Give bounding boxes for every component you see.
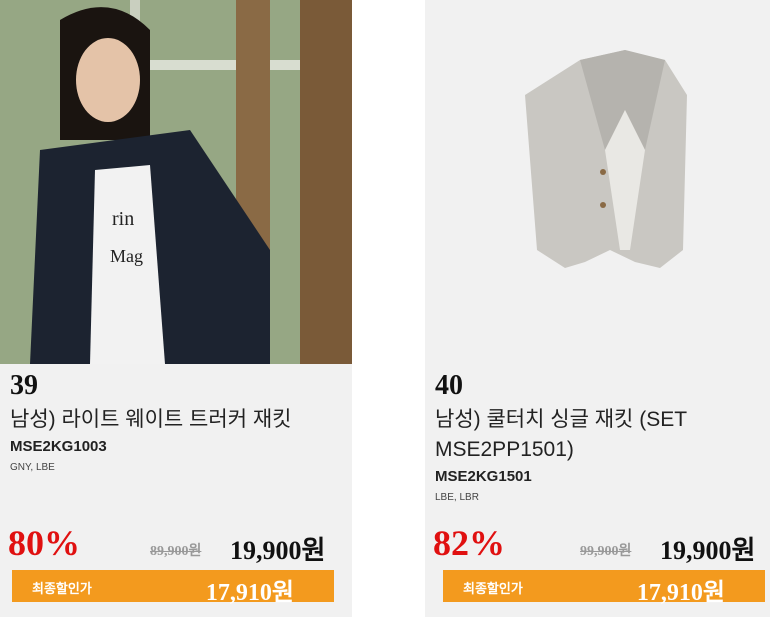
- product-card[interactable]: 40 남성) 쿨터치 싱글 재킷 (SET MSE2PP1501) MSE2KG…: [425, 0, 770, 617]
- product-name[interactable]: 남성) 라이트 웨이트 트러커 재킷: [10, 405, 340, 435]
- final-price-bar: 최종할인가 17,910원: [12, 570, 334, 606]
- product-name[interactable]: 남성) 쿨터치 싱글 재킷 (SET MSE2PP1501): [435, 405, 765, 465]
- original-price: 99,900원: [580, 544, 632, 559]
- original-price: 89,900원: [150, 544, 202, 559]
- svg-text:rin: rin: [112, 208, 134, 230]
- product-image[interactable]: rin Mag: [0, 0, 352, 364]
- svg-text:Mag: Mag: [110, 246, 143, 266]
- sale-price: 19,900원: [230, 536, 326, 565]
- color-options: GNY, LBE: [10, 462, 55, 473]
- final-price: 17,910원: [636, 580, 725, 606]
- final-price-label: 최종할인가: [32, 581, 92, 596]
- rank-number: 39: [10, 370, 38, 401]
- product-card[interactable]: rin Mag 39 남성) 라이트 웨이트 트러커 재킷 MSE2KG1003…: [0, 0, 352, 617]
- final-price-bar: 최종할인가 17,910원: [443, 570, 765, 606]
- sale-price: 19,900원: [660, 536, 756, 565]
- final-price: 17,910원: [205, 580, 294, 606]
- discount-rate: 82%: [433, 523, 505, 563]
- product-code: MSE2KG1501: [435, 468, 532, 485]
- rank-number: 40: [435, 370, 463, 401]
- final-price-label: 최종할인가: [463, 581, 523, 596]
- discount-rate: 80%: [8, 523, 80, 563]
- product-code: MSE2KG1003: [10, 438, 107, 455]
- product-image[interactable]: [425, 0, 770, 364]
- color-options: LBE, LBR: [435, 492, 479, 503]
